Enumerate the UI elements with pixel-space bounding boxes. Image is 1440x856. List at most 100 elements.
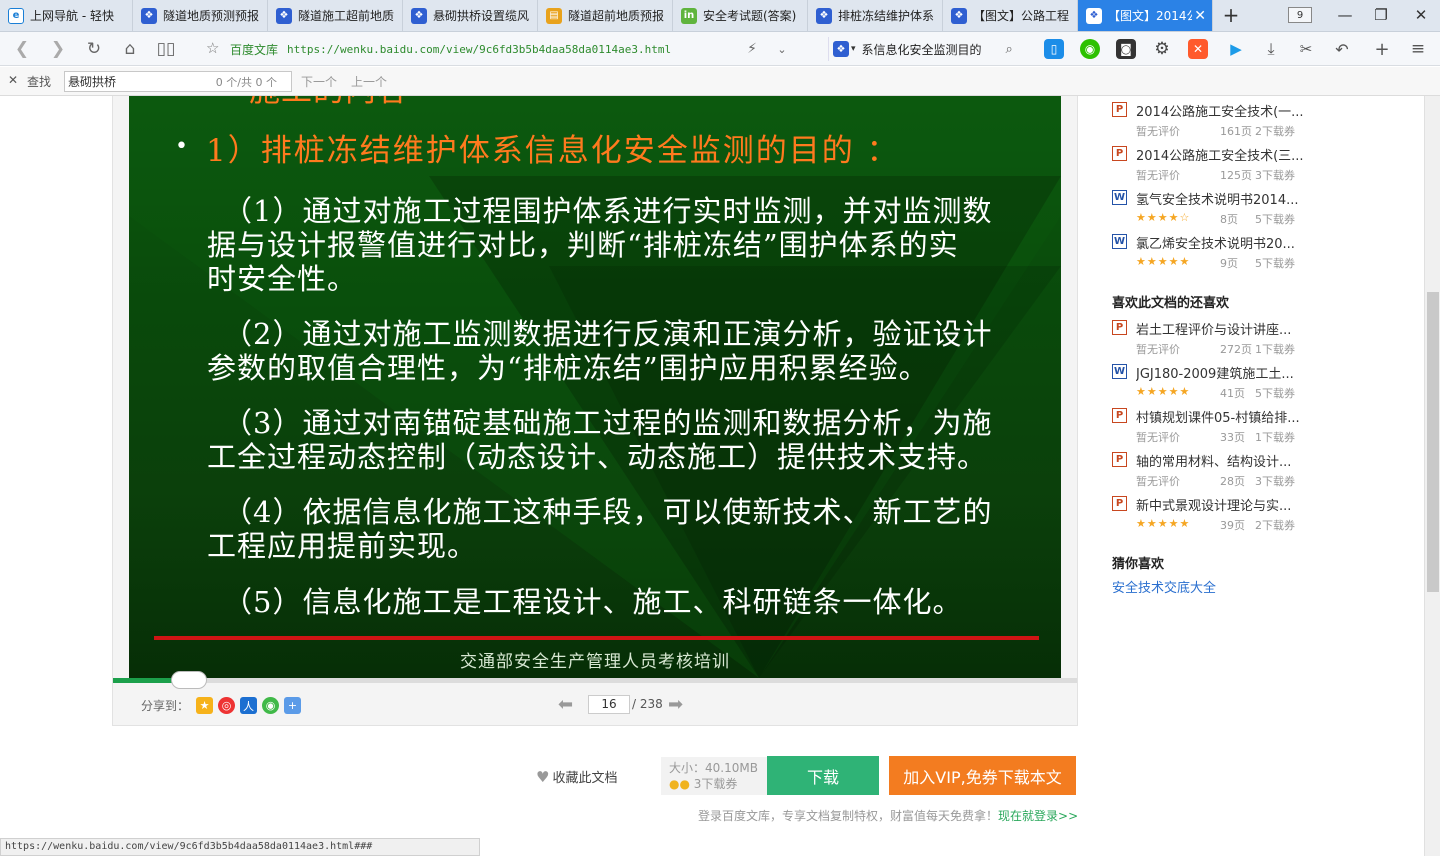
close-tab-icon[interactable]: ✕ (1194, 8, 1206, 24)
list-item[interactable]: W 氯乙烯安全技术说明书20... ★★★★★ 9页 5下载券 (1112, 228, 1314, 270)
restore-icon[interactable]: ❐ (1366, 4, 1396, 26)
list-item[interactable]: W 氢气安全技术说明书2014... ★★★★☆ 8页 5下载券 (1112, 184, 1314, 226)
more-share-icon[interactable]: + (284, 697, 301, 714)
doc-title-link[interactable]: 岩土工程评价与设计讲座... (1136, 319, 1314, 338)
dropdown-icon[interactable]: ⌄ (770, 38, 794, 60)
tab-5[interactable]: in 安全考试题(答案) (673, 0, 808, 31)
list-item[interactable]: P 2014公路施工安全技术(一... 暂无评价 161页 2下载券 (1112, 96, 1314, 138)
doc-title-link[interactable]: 氢气安全技术说明书2014... (1136, 189, 1314, 208)
wechat-share-icon[interactable]: ◉ (262, 697, 279, 714)
word-file-icon: W (1112, 190, 1127, 205)
tab-8-active[interactable]: ❖ 【图文】2014公 ✕ (1078, 0, 1213, 31)
doc-meta: ★★★★☆ 8页 5下载券 (1136, 211, 1295, 226)
favorite-doc-button[interactable]: ♥ 收藏此文档 (536, 767, 618, 787)
tab-0[interactable]: e 上网导航 - 轻快 (0, 0, 133, 31)
scrollbar-thumb[interactable] (1427, 292, 1439, 592)
doc-title-link[interactable]: 村镇规划课件05-村镇给排... (1136, 407, 1314, 426)
search-icon[interactable]: ⌕ (1006, 42, 1013, 57)
tab-title: 悬砌拱桥设置缆风 (433, 9, 530, 23)
find-bar: ✕ 查找 悬砌拱桥 0 个/共 0 个 下一个 上一个 (0, 67, 1440, 96)
tab-6[interactable]: ❖ 排桩冻结维护体系 (808, 0, 943, 31)
list-item[interactable]: P 岩土工程评价与设计讲座... 暂无评价 272页 1下载券 (1112, 314, 1314, 356)
ppt-file-icon: P (1112, 408, 1127, 423)
doc-title-link[interactable]: 2014公路施工安全技术(三... (1136, 145, 1314, 164)
tab-count-badge[interactable]: 9 (1288, 7, 1312, 23)
gear-icon[interactable]: ⚙ (1152, 39, 1172, 59)
tab-title: 隧道地质预测预报 (163, 9, 260, 23)
search-engine-dropdown-icon[interactable]: ▾ (851, 44, 856, 54)
search-box[interactable]: ❖ ▾ 系信息化安全监测目的 ⌕ (828, 37, 1026, 61)
list-item[interactable]: P 轴的常用材料、结构设计... 暂无评价 28页 3下载券 (1112, 446, 1314, 488)
close-find-icon[interactable]: ✕ (8, 73, 18, 87)
star-icon[interactable]: ☆ (206, 39, 219, 57)
minimize-icon[interactable]: — (1330, 4, 1360, 26)
doc-title-link[interactable]: 新中式景观设计理论与实... (1136, 495, 1314, 514)
find-next-button[interactable]: 下一个 (301, 73, 337, 90)
download-icon[interactable]: ⤓ (1261, 39, 1281, 59)
prev-page-icon[interactable]: ⬅ (558, 694, 573, 715)
address-bar[interactable]: ☆ 百度文库 https://wenku.baidu.com/view/9c6f… (200, 36, 766, 62)
login-link[interactable]: 现在就登录>> (998, 809, 1078, 823)
progress-handle[interactable] (171, 671, 207, 689)
baidu-paw-icon: ❖ (816, 7, 832, 24)
plus-icon[interactable]: + (1372, 39, 1392, 60)
rating-stars: ★★★★★ (1136, 517, 1191, 530)
tab-title: 隧道施工超前地质 (298, 9, 395, 23)
doc-title-link[interactable]: 氯乙烯安全技术说明书20... (1136, 233, 1314, 252)
url-text[interactable]: https://wenku.baidu.com/view/9c6fd3b5b4d… (287, 43, 671, 56)
site-name: 百度文库 (230, 42, 279, 57)
find-input[interactable]: 悬砌拱桥 0 个/共 0 个 (64, 71, 292, 92)
list-item[interactable]: P 村镇规划课件05-村镇给排... 暂无评价 33页 1下载券 (1112, 402, 1314, 444)
find-query: 悬砌拱桥 (68, 75, 117, 89)
reader-icon[interactable]: ▯▯ (154, 38, 178, 60)
tab-2[interactable]: ❖ 隧道施工超前地质 (268, 0, 403, 31)
forward-icon[interactable]: ❯ (46, 38, 70, 60)
tab-4[interactable]: ▤ 隧道超前地质预报 (538, 0, 673, 31)
find-prev-button[interactable]: 上一个 (351, 73, 387, 90)
favorite-label: 收藏此文档 (552, 771, 618, 786)
undo-icon[interactable]: ↶ (1332, 39, 1352, 59)
refresh-icon[interactable]: ↻ (82, 38, 106, 60)
slide-item-4-line-1: （4）依据信息化施工这种手段，可以使新技术、新工艺的 (223, 495, 993, 529)
baidu-paw-icon[interactable]: ❖ (833, 41, 849, 57)
list-item[interactable]: P 2014公路施工安全技术(三... 暂无评价 125页 3下载券 (1112, 140, 1314, 182)
download-button[interactable]: 下载 (767, 756, 879, 795)
tab-7[interactable]: ❖ 【图文】公路工程 (943, 0, 1078, 31)
home-icon[interactable]: ⌂ (118, 38, 142, 60)
next-page-icon[interactable]: ➡ (668, 694, 683, 715)
reading-progress-bar[interactable] (113, 678, 1077, 683)
close-window-icon[interactable]: ✕ (1406, 4, 1436, 26)
scissors-icon[interactable]: ✂ (1296, 39, 1316, 59)
phone-icon[interactable]: ▯ (1044, 39, 1064, 59)
page-scrollbar[interactable] (1424, 96, 1440, 856)
tools-icon[interactable]: ✕ (1188, 39, 1208, 59)
ppt-file-icon: P (1112, 146, 1127, 161)
tab-3[interactable]: ❖ 悬砌拱桥设置缆风 (403, 0, 538, 31)
page-number-input[interactable]: 16 (588, 695, 630, 714)
list-item[interactable]: P 新中式景观设计理论与实... ★★★★★ 39页 2下载券 (1112, 490, 1314, 532)
game-icon[interactable]: ◙ (1116, 39, 1136, 59)
doc-title-link[interactable]: 2014公路施工安全技术(一... (1136, 101, 1314, 120)
weibo-icon[interactable]: ◎ (218, 697, 235, 714)
tab-1[interactable]: ❖ 隧道地质预测预报 (133, 0, 268, 31)
menu-icon[interactable]: ≡ (1408, 39, 1428, 59)
find-label: 查找 (27, 75, 52, 89)
file-size: 大小：40.10MB (669, 761, 758, 775)
renren-icon[interactable]: 人 (240, 697, 257, 714)
lightning-icon[interactable]: ⚡ (740, 38, 764, 60)
slide-item-3-line-2: 工全过程动态控制（动态设计、动态施工）提供技术支持。 (207, 440, 988, 474)
guess-link[interactable]: 安全技术交底大全 (1112, 577, 1216, 596)
join-vip-button[interactable]: 加入VIP,免券下载本文 (889, 756, 1076, 795)
wechat-icon[interactable]: ◉ (1080, 39, 1100, 59)
slide-item-1-line-2: 据与设计报警值进行对比，判断“排桩冻结”围护体系的实 (207, 228, 959, 262)
back-icon[interactable]: ❮ (10, 38, 34, 60)
doc-title-link[interactable]: 轴的常用材料、结构设计... (1136, 451, 1314, 470)
doc-title-link[interactable]: JGJ180-2009建筑施工土... (1136, 363, 1314, 382)
list-item[interactable]: W JGJ180-2009建筑施工土... ★★★★★ 41页 5下载券 (1112, 358, 1314, 400)
qzone-star-icon[interactable]: ★ (196, 697, 213, 714)
search-input[interactable]: 系信息化安全监测目的 (862, 41, 1002, 58)
browser-tab-bar: e 上网导航 - 轻快 ❖ 隧道地质预测预报 ❖ 隧道施工超前地质 ❖ 悬砌拱桥… (0, 0, 1440, 32)
slide-footer: 交通部安全生产管理人员考核培训 (460, 652, 730, 672)
play-icon[interactable]: ▶ (1226, 39, 1246, 59)
new-tab-button[interactable]: + (1216, 3, 1246, 27)
